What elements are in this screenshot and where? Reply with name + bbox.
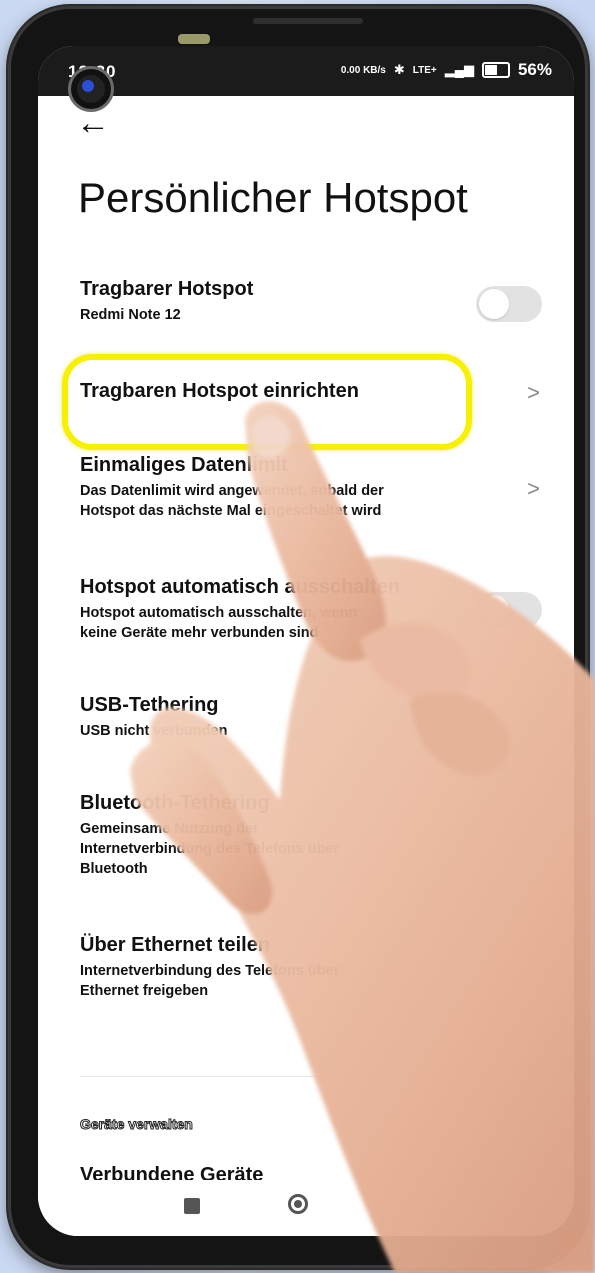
setting-subtitle-line3: Bluetooth bbox=[80, 861, 148, 877]
power-button bbox=[178, 34, 210, 44]
setting-setup-hotspot[interactable]: Tragbaren Hotspot einrichten bbox=[80, 380, 534, 403]
network-type: LTE+ bbox=[412, 64, 437, 76]
divider bbox=[80, 1076, 534, 1077]
setting-auto-off[interactable]: Hotspot automatisch ausschalten Hotspot … bbox=[80, 576, 534, 643]
status-bar: 12:30 0.00 KB/s ✱ LTE+ ▂▄▆ 56% bbox=[38, 46, 574, 96]
signal-icon: ▂▄▆ bbox=[444, 62, 474, 77]
setting-subtitle: Redmi Note 12 bbox=[80, 307, 181, 323]
screen: 12:30 0.00 KB/s ✱ LTE+ ▂▄▆ 56% ← Persönl… bbox=[38, 46, 574, 1236]
phone-frame: 12:30 0.00 KB/s ✱ LTE+ ▂▄▆ 56% ← Persönl… bbox=[8, 6, 588, 1268]
setting-subtitle-line1: Das Datenlimit wird angewendet, sobald d… bbox=[80, 483, 384, 499]
navigation-bar bbox=[38, 1180, 574, 1236]
setting-subtitle-line2: Internetverbindung des Telefons über bbox=[80, 841, 340, 857]
setting-subtitle: USB nicht verbunden bbox=[80, 723, 228, 739]
net-speed: 0.00 KB/s bbox=[340, 64, 386, 76]
setting-title: Einmaliges Datenlimit bbox=[80, 454, 288, 476]
earpiece-speaker bbox=[253, 18, 363, 24]
recents-icon[interactable] bbox=[184, 1198, 200, 1214]
setting-title: Tragbaren Hotspot einrichten bbox=[80, 380, 359, 402]
setting-subtitle-line2: keine Geräte mehr verbunden sind bbox=[80, 625, 319, 641]
bluetooth-icon: ✱ bbox=[393, 62, 405, 77]
setting-subtitle-line1: Gemeinsame Nutzung der bbox=[80, 821, 259, 837]
setting-title: Bluetooth-Tethering bbox=[80, 792, 270, 814]
setting-ethernet[interactable]: Über Ethernet teilen Internetverbindung … bbox=[80, 934, 534, 1001]
chevron-right-icon[interactable]: > bbox=[527, 476, 540, 502]
section-label-manage-devices: Geräte verwalten bbox=[80, 1116, 194, 1133]
setting-title: Hotspot automatisch ausschalten bbox=[80, 576, 401, 598]
setting-title: Tragbarer Hotspot bbox=[80, 278, 254, 300]
setting-usb-tethering[interactable]: USB-Tethering USB nicht verbunden bbox=[80, 694, 534, 741]
setting-title: USB-Tethering bbox=[80, 694, 219, 716]
setting-portable-hotspot[interactable]: Tragbarer Hotspot Redmi Note 12 bbox=[80, 278, 534, 325]
setting-subtitle-line1: Hotspot automatisch ausschalten, wenn bbox=[80, 605, 358, 621]
page-title: Persönlicher Hotspot bbox=[78, 174, 468, 221]
setting-subtitle-line2: Ethernet freigeben bbox=[80, 983, 209, 999]
setting-data-limit[interactable]: Einmaliges Datenlimit Das Datenlimit wir… bbox=[80, 454, 534, 521]
setting-subtitle-line2: Hotspot das nächste Mal eingeschaltet wi… bbox=[80, 503, 382, 519]
battery-icon bbox=[481, 62, 510, 78]
back-arrow-icon[interactable]: ← bbox=[76, 106, 110, 140]
status-icons: 0.00 KB/s ✱ LTE+ ▂▄▆ 56% bbox=[341, 60, 552, 80]
setting-subtitle-line1: Internetverbindung des Telefons über bbox=[80, 963, 340, 979]
setting-title: Über Ethernet teilen bbox=[80, 934, 271, 956]
auto-off-toggle[interactable] bbox=[476, 592, 542, 628]
home-icon[interactable] bbox=[288, 1194, 308, 1214]
battery-percent: 56% bbox=[517, 60, 552, 79]
chevron-right-icon[interactable]: > bbox=[527, 380, 540, 406]
setting-bluetooth-tethering[interactable]: Bluetooth-Tethering Gemeinsame Nutzung d… bbox=[80, 792, 534, 879]
portable-hotspot-toggle[interactable] bbox=[476, 286, 542, 322]
